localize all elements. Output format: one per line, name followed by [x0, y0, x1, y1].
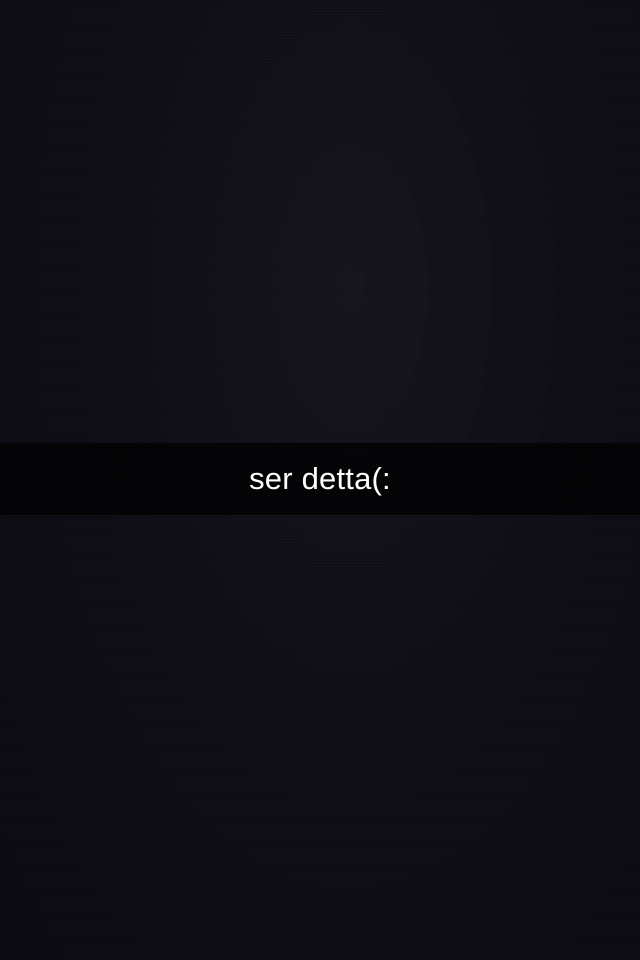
- caption-text: ser detta(:: [249, 461, 391, 496]
- snap-photo[interactable]: ser detta(:: [0, 0, 640, 960]
- caption-bar: ser detta(:: [0, 443, 640, 515]
